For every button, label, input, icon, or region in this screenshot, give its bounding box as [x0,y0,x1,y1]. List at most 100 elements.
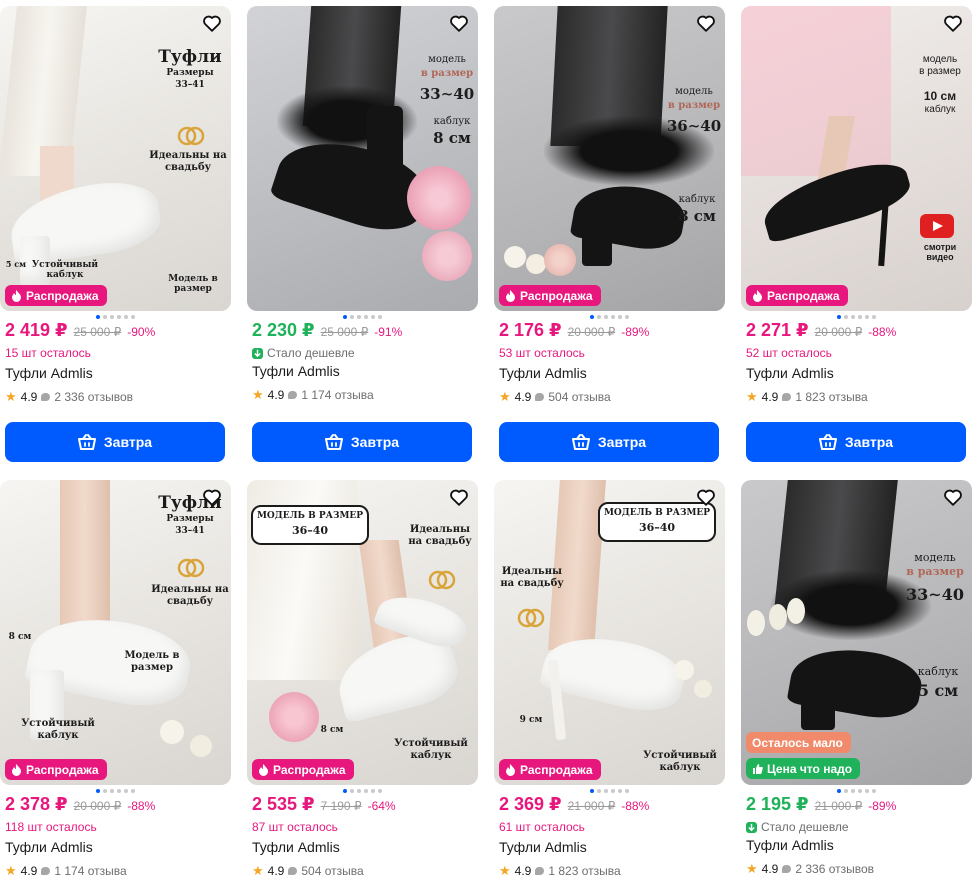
favorite-heart-icon[interactable] [201,12,223,34]
price: 2 378 ₽ [5,794,68,814]
favorite-heart-icon[interactable] [695,486,717,508]
speech-bubble-icon [288,867,298,875]
overlay-in-size: в размер [420,68,474,79]
image-pager[interactable] [247,789,478,793]
price: 2 369 ₽ [499,794,562,814]
buy-tomorrow-button[interactable]: Завтра [5,422,225,462]
product-photo[interactable]: модель в размер 33∼40 каблук 8 см [247,6,478,311]
reviews-count[interactable]: 504 отзыва [548,390,610,404]
speech-bubble-icon [535,867,545,875]
product-name[interactable]: Туфли Admlis [499,365,587,381]
overlay-heel-height: 5 см [917,681,959,700]
price: 2 535 ₽ [252,794,315,814]
tulip-flower [787,598,805,624]
image-pager[interactable] [741,315,972,319]
overlay-model: Модель в размер [124,650,180,673]
overlay-size-range: 33∼40 [906,585,964,604]
stock-left: 15 шт осталось [5,346,91,360]
product-card[interactable]: МОДЕЛЬ В РАЗМЕР 36–40 Идеальны на свадьб… [494,480,725,878]
old-price: 20 000 ₽ [567,325,616,339]
buy-tomorrow-button[interactable]: Завтра [252,422,472,462]
rating-value: 4.9 [20,390,38,404]
favorite-heart-icon[interactable] [448,486,470,508]
price: 2 195 ₽ [746,794,809,814]
product-card[interactable]: модель в размер 36∼40 каблук 8 см Распро… [494,6,725,462]
image-pager[interactable] [0,789,231,793]
product-photo[interactable]: модель в размер 36∼40 каблук 8 см Распро… [494,6,725,311]
product-card[interactable]: модель в размер 33∼40 каблук 5 см Остало… [741,480,972,876]
reviews-count[interactable]: 1 174 отзыва [54,864,126,878]
product-photo[interactable]: Туфли Размеры 33–41 Идеальны на свадьбу … [0,480,231,785]
image-pager[interactable] [247,315,478,319]
product-name[interactable]: Туфли Admlis [5,839,93,855]
favorite-heart-icon[interactable] [448,12,470,34]
overlay-heel-height: 9 см [519,715,543,725]
overlay-title: Туфли [158,47,222,67]
reviews-count[interactable]: 2 336 отзывов [795,862,874,876]
overlay-heel-label: Устойчивый каблук [643,750,717,773]
buy-tomorrow-button[interactable]: Завтра [746,422,966,462]
reviews-count[interactable]: 2 336 отзывов [54,390,133,404]
reviews-count[interactable]: 1 823 отзыва [795,390,867,404]
old-price: 21 000 ₽ [567,799,616,813]
speech-bubble-icon [535,393,545,401]
product-photo[interactable]: МОДЕЛЬ В РАЗМЕР 36–40 Идеальны на свадьб… [494,480,725,785]
favorite-heart-icon[interactable] [695,12,717,34]
youtube-play-icon[interactable] [920,214,954,238]
speech-bubble-icon [288,391,298,399]
reviews-count[interactable]: 1 823 отзыва [548,864,620,878]
star-icon: ★ [5,389,17,404]
rings-icon [176,556,206,578]
overlay-model: Модель в размер [168,274,218,295]
reviews-count[interactable]: 504 отзыва [301,864,363,878]
image-pager[interactable] [741,789,972,793]
old-price: 7 190 ₽ [320,799,362,813]
price: 2 271 ₽ [746,320,809,340]
product-photo[interactable]: Туфли Размеры 33–41 Идеальны на свадьбу … [0,6,231,311]
product-name[interactable]: Туфли Admlis [746,365,834,381]
product-card[interactable]: Туфли Размеры 33–41 Идеальны на свадьбу … [0,480,231,878]
image-pager[interactable] [494,789,725,793]
speech-bubble-icon [782,865,792,873]
product-photo[interactable]: модель в размер 33∼40 каблук 5 см Остало… [741,480,972,785]
favorite-heart-icon[interactable] [942,12,964,34]
image-pager[interactable] [494,315,725,319]
overlay-model: модель [428,54,466,65]
speech-bubble-icon [782,393,792,401]
favorite-heart-icon[interactable] [201,486,223,508]
product-name[interactable]: Туфли Admlis [5,365,93,381]
discount: -89% [621,325,650,339]
sale-badge: Распродажа [252,759,354,780]
overlay-video[interactable]: смотри видео [909,242,971,263]
favorite-heart-icon[interactable] [942,486,964,508]
product-photo[interactable]: модель в размер 10 см каблук смотри виде… [741,6,972,311]
product-name[interactable]: Туфли Admlis [252,839,340,855]
price-down-icon [252,347,263,359]
lily-flower [526,254,546,274]
old-price: 25 000 ₽ [73,325,122,339]
fire-icon [506,289,515,302]
image-pager[interactable] [0,315,231,319]
product-card[interactable]: МОДЕЛЬ В РАЗМЕР 36–40 Идеальны на свадьб… [247,480,478,878]
stock-left: 118 шт осталось [5,820,97,834]
star-icon: ★ [746,861,758,876]
good-price-badge: Цена что надо [746,758,861,779]
basket-icon [818,434,837,450]
overlay-heel-label: Устойчивый каблук [394,738,468,761]
shoe-heel [582,206,612,266]
product-card[interactable]: Туфли Размеры 33–41 Идеальны на свадьбу … [0,6,231,462]
stock-left: 53 шт осталось [499,346,585,360]
overlay-in-size: в размер [919,66,961,77]
price: 2 230 ₽ [252,320,315,340]
buy-tomorrow-button[interactable]: Завтра [499,422,719,462]
product-name[interactable]: Туфли Admlis [252,363,340,379]
product-photo[interactable]: МОДЕЛЬ В РАЗМЕР 36–40 Идеальны на свадьб… [247,480,478,785]
overlay-model: модель [675,86,713,97]
overlay-wedding: Идеальны на свадьбу [149,150,227,173]
product-name[interactable]: Туфли Admlis [746,837,834,853]
product-name[interactable]: Туфли Admlis [499,839,587,855]
rating: ★ 4.9 1 174 отзыва [5,863,127,879]
product-card[interactable]: модель в размер 10 см каблук смотри виде… [741,6,972,462]
product-card[interactable]: модель в размер 33∼40 каблук 8 см 2 230 … [247,6,478,462]
reviews-count[interactable]: 1 174 отзыва [301,388,373,402]
